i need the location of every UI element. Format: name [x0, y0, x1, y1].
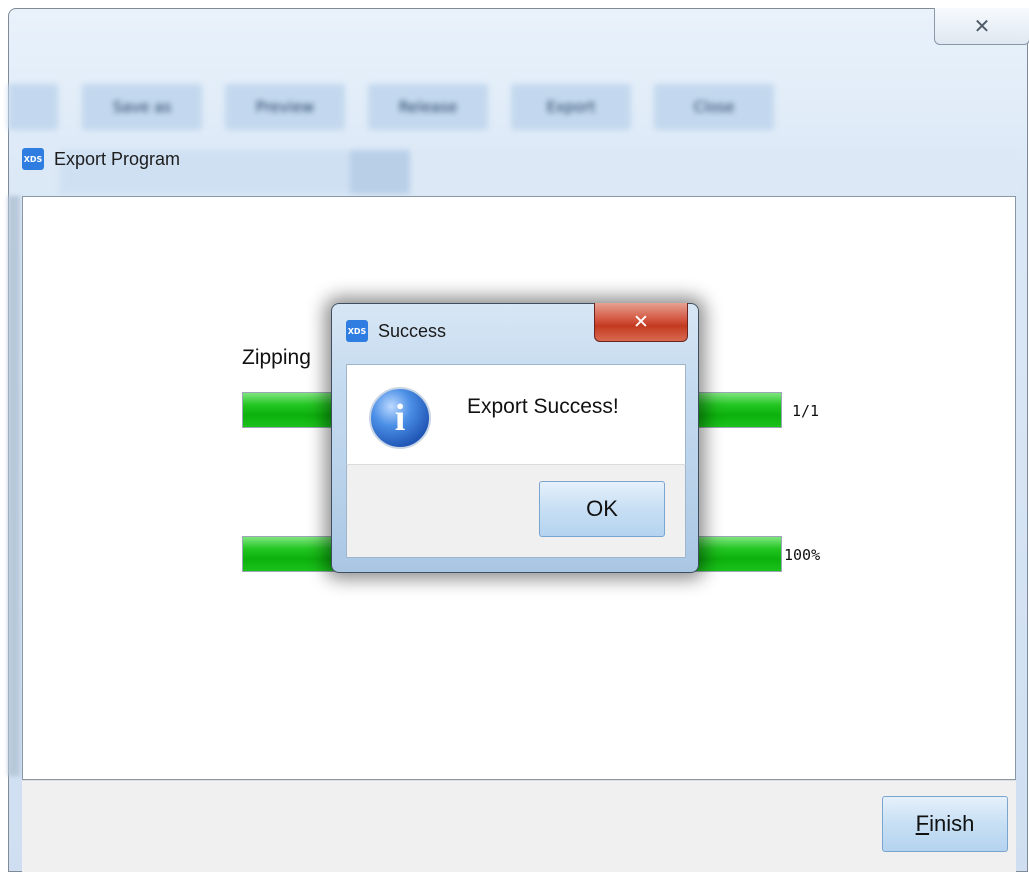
finish-button[interactable]: Finish — [882, 796, 1008, 852]
app-icon: XDS — [22, 148, 44, 170]
success-dialog-title: Success — [378, 320, 447, 341]
info-icon: i — [369, 387, 431, 449]
window-close-button[interactable]: ✕ — [934, 8, 1029, 45]
success-dialog-body: i Export Success! — [346, 364, 686, 464]
finish-label: inish — [929, 811, 975, 836]
background-toolbar-button — [8, 84, 58, 130]
background-toolbar-button: Export — [511, 84, 631, 130]
export-window-title: Export Program — [54, 148, 181, 169]
background-toolbar-button: Release — [368, 84, 488, 130]
background-sidebar-strip — [8, 196, 20, 776]
background-toolbar-button: Preview — [225, 84, 345, 130]
ok-button[interactable]: OK — [539, 481, 665, 537]
close-icon: ✕ — [973, 14, 991, 38]
dialog-close-button[interactable]: ✕ — [594, 303, 688, 342]
export-window-footer — [22, 780, 1016, 872]
success-dialog-titlebar: XDS Success — [346, 320, 446, 342]
background-toolbar-button: Close — [654, 84, 774, 130]
success-message: Export Success! — [467, 395, 619, 418]
success-dialog: XDS Success ✕ i Export Success! OK — [331, 303, 699, 573]
finish-mnemonic: F — [915, 811, 930, 836]
app-icon: XDS — [346, 320, 368, 342]
success-dialog-footer: OK — [346, 464, 686, 558]
close-icon: ✕ — [633, 311, 649, 333]
total-progress-text: 100% — [784, 546, 821, 564]
zipping-label: Zipping — [242, 346, 311, 369]
export-window-titlebar: XDS Export Program — [22, 146, 180, 172]
background-toolbar-button: Save as — [82, 84, 202, 130]
file-progress-text: 1/1 — [792, 402, 820, 420]
background-toolbar-row — [60, 150, 1020, 194]
